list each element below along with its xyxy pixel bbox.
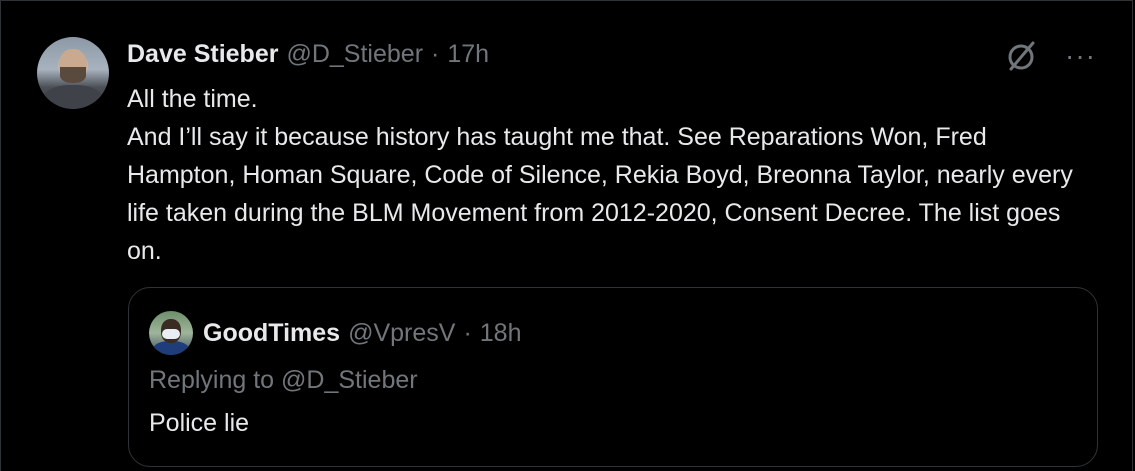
quoted-header: GoodTimes @VpresV · 18h <box>203 315 521 351</box>
quoted-tweet[interactable]: GoodTimes @VpresV · 18h Replying to @D_S… <box>128 287 1098 467</box>
replying-handle[interactable]: @D_Stieber <box>281 366 418 394</box>
grok-icon[interactable] <box>1005 39 1039 73</box>
tweet-actions: ··· <box>1005 39 1096 73</box>
tweet-header: Dave Stieber @D_Stieber · 17h <box>127 37 489 71</box>
tweet-body: All the time. And I’ll say it because hi… <box>127 80 1087 270</box>
quoted-author-name[interactable]: GoodTimes <box>203 319 340 348</box>
tweet-line-2: And I’ll say it because history has taug… <box>127 123 1073 265</box>
tweet-container: Dave Stieber @D_Stieber · 17h ··· All th… <box>0 0 1133 471</box>
meta-separator: · <box>431 39 440 68</box>
tweet-timestamp[interactable]: 17h <box>447 40 489 69</box>
replying-to: Replying to @D_Stieber <box>149 366 418 395</box>
author-avatar[interactable] <box>37 37 109 109</box>
author-handle[interactable]: @D_Stieber <box>286 40 423 69</box>
quoted-meta-separator: · <box>463 318 472 347</box>
author-name[interactable]: Dave Stieber <box>127 40 278 69</box>
quoted-author-handle[interactable]: @VpresV <box>348 319 455 348</box>
replying-prefix: Replying to <box>149 366 275 394</box>
quoted-timestamp[interactable]: 18h <box>480 319 522 348</box>
tweet-line-1: All the time. <box>127 85 258 113</box>
more-icon[interactable]: ··· <box>1065 42 1096 70</box>
quoted-author-avatar[interactable] <box>149 311 193 355</box>
quoted-text: Police lie <box>149 409 250 437</box>
